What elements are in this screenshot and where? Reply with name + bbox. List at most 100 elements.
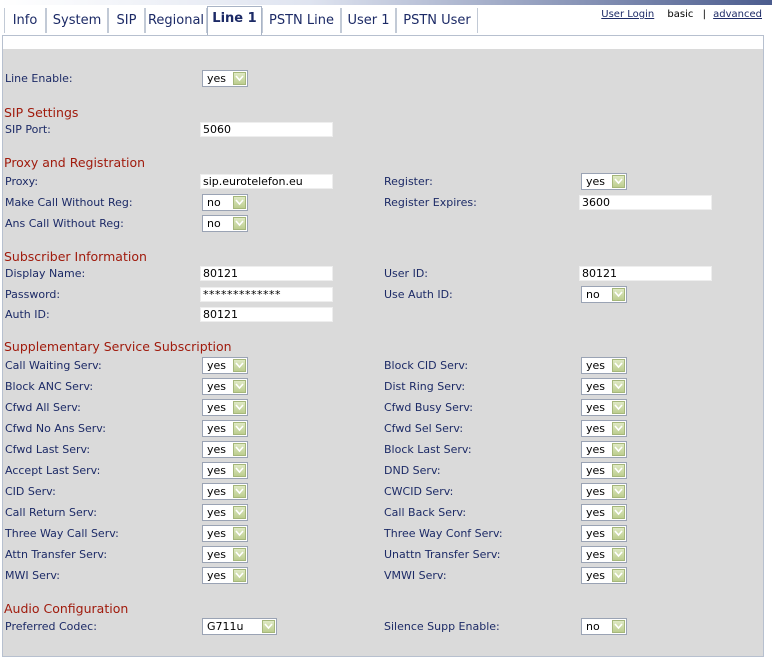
tab-line-1[interactable]: Line 1 xyxy=(207,6,262,35)
tab-system[interactable]: System xyxy=(46,8,108,33)
service-select[interactable]: yes xyxy=(202,399,248,416)
service-label: DND Serv: xyxy=(384,464,441,477)
password-label: Password: xyxy=(5,288,61,301)
display-name-input[interactable]: 80121 xyxy=(200,266,333,281)
chevron-down-icon xyxy=(612,401,625,414)
tab-regional[interactable]: Regional xyxy=(145,8,207,33)
make-call-row: Make Call Without Reg: no Register Expir… xyxy=(3,192,763,213)
auth-id-input[interactable]: 80121 xyxy=(200,307,333,322)
sip-port-label: SIP Port: xyxy=(5,123,51,136)
service-label: Block Last Serv: xyxy=(384,443,472,456)
service-value: yes xyxy=(586,443,606,456)
service-value: yes xyxy=(586,464,606,477)
service-select[interactable]: yes xyxy=(581,483,627,500)
supplementary-row: Call Return Serv: yes Call Back Serv: yes xyxy=(3,502,763,523)
tab-pstn-line[interactable]: PSTN Line xyxy=(262,8,341,33)
service-select[interactable]: yes xyxy=(202,441,248,458)
supplementary-row: Call Waiting Serv: yes Block CID Serv: yes xyxy=(3,355,763,376)
service-select[interactable]: yes xyxy=(581,462,627,479)
service-select[interactable]: yes xyxy=(202,378,248,395)
ans-call-value: no xyxy=(207,217,221,230)
chevron-down-icon xyxy=(233,359,246,372)
chevron-down-icon xyxy=(233,506,246,519)
service-select[interactable]: yes xyxy=(581,441,627,458)
service-select[interactable]: yes xyxy=(202,420,248,437)
service-select[interactable]: yes xyxy=(202,546,248,563)
chevron-down-icon xyxy=(233,217,246,230)
service-label: Three Way Call Serv: xyxy=(5,527,119,540)
ans-call-select[interactable]: no xyxy=(202,215,248,232)
supplementary-row: Cfwd Last Serv: yes Block Last Serv: yes xyxy=(3,439,763,460)
service-label: CID Serv: xyxy=(5,485,56,498)
service-value: yes xyxy=(586,485,606,498)
service-select[interactable]: yes xyxy=(202,567,248,584)
register-expires-label: Register Expires: xyxy=(384,196,477,209)
service-value: yes xyxy=(586,359,606,372)
service-label: CWCID Serv: xyxy=(384,485,454,498)
service-label: Cfwd Sel Serv: xyxy=(384,422,464,435)
service-select[interactable]: yes xyxy=(581,525,627,542)
supplementary-row: Block ANC Serv: yes Dist Ring Serv: yes xyxy=(3,376,763,397)
chevron-down-icon xyxy=(612,359,625,372)
service-select[interactable]: yes xyxy=(202,357,248,374)
proxy-input[interactable]: sip.eurotelefon.eu xyxy=(200,174,333,189)
service-select[interactable]: yes xyxy=(581,567,627,584)
tab-pstn-user[interactable]: PSTN User xyxy=(396,8,478,33)
supplementary-row: Cfwd No Ans Serv: yes Cfwd Sel Serv: yes xyxy=(3,418,763,439)
use-auth-id-label: Use Auth ID: xyxy=(384,288,453,301)
tab-sip[interactable]: SIP xyxy=(108,8,145,33)
silence-supp-select[interactable]: no xyxy=(581,618,627,635)
line-enable-select[interactable]: yes xyxy=(202,70,248,87)
basic-view-label: basic xyxy=(667,9,694,20)
chevron-down-icon xyxy=(612,485,625,498)
service-label: Accept Last Serv: xyxy=(5,464,101,477)
user-login-link[interactable]: User Login xyxy=(601,9,654,20)
panel-header-band xyxy=(3,36,763,49)
user-id-input[interactable]: 80121 xyxy=(579,266,712,281)
preferred-codec-select[interactable]: G711u xyxy=(202,618,277,635)
service-select[interactable]: yes xyxy=(202,504,248,521)
tab-user-1[interactable]: User 1 xyxy=(341,8,396,33)
service-select[interactable]: yes xyxy=(202,483,248,500)
make-call-select[interactable]: no xyxy=(202,194,248,211)
register-select[interactable]: yes xyxy=(581,173,627,190)
line-enable-row: Line Enable: yes xyxy=(3,68,763,89)
advanced-link[interactable]: advanced xyxy=(713,9,762,20)
service-label: Cfwd Busy Serv: xyxy=(384,401,473,414)
service-select[interactable]: yes xyxy=(581,546,627,563)
service-value: yes xyxy=(207,380,227,393)
chevron-down-icon xyxy=(612,443,625,456)
service-select[interactable]: yes xyxy=(581,504,627,521)
register-expires-input[interactable]: 3600 xyxy=(579,195,712,210)
service-label: Block ANC Serv: xyxy=(5,380,94,393)
use-auth-id-value: no xyxy=(586,288,600,301)
tab-info[interactable]: Info xyxy=(4,8,46,33)
chevron-down-icon xyxy=(612,548,625,561)
service-select[interactable]: yes xyxy=(581,357,627,374)
register-value: yes xyxy=(586,175,606,188)
line-enable-value: yes xyxy=(207,72,227,85)
make-call-label: Make Call Without Reg: xyxy=(5,196,133,209)
password-row: Password: ************* Use Auth ID: no xyxy=(3,284,763,305)
service-value: yes xyxy=(207,443,227,456)
chevron-down-icon xyxy=(612,288,625,301)
service-select[interactable]: yes xyxy=(581,420,627,437)
service-value: yes xyxy=(586,548,606,561)
password-input[interactable]: ************* xyxy=(200,287,333,302)
supplementary-row: MWI Serv: yes VMWI Serv: yes xyxy=(3,565,763,586)
service-value: yes xyxy=(207,485,227,498)
sip-port-input[interactable]: 5060 xyxy=(200,122,333,137)
chevron-down-icon xyxy=(233,72,246,85)
service-select[interactable]: yes xyxy=(202,525,248,542)
preferred-codec-row: Preferred Codec: G711u Silence Supp Enab… xyxy=(3,616,763,637)
service-value: yes xyxy=(586,569,606,582)
service-select[interactable]: yes xyxy=(581,378,627,395)
service-select[interactable]: yes xyxy=(581,399,627,416)
ans-call-row: Ans Call Without Reg: no xyxy=(3,213,763,234)
supplementary-row: CID Serv: yes CWCID Serv: yes xyxy=(3,481,763,502)
chevron-down-icon xyxy=(233,422,246,435)
service-select[interactable]: yes xyxy=(202,462,248,479)
service-label: MWI Serv: xyxy=(5,569,60,582)
use-auth-id-select[interactable]: no xyxy=(581,286,627,303)
service-value: yes xyxy=(207,506,227,519)
